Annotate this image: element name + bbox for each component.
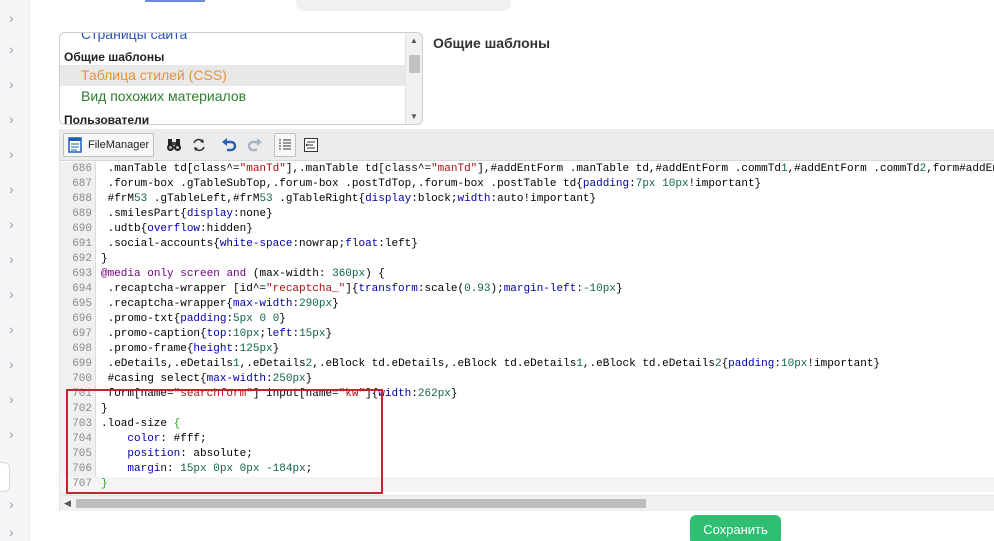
code-text: .manTable td[class^="manTd"],.manTable t… xyxy=(101,163,994,175)
line-number: 695 xyxy=(72,298,92,310)
line-number: 699 xyxy=(72,358,92,370)
chevron-right-icon[interactable]: › xyxy=(9,147,21,161)
line-number: 693 xyxy=(72,268,92,280)
section-heading: Общие шаблоны xyxy=(433,35,551,51)
undo-button[interactable] xyxy=(218,133,240,157)
chevron-right-icon[interactable]: › xyxy=(9,77,21,91)
line-numbers-button[interactable] xyxy=(274,133,296,157)
chevron-right-icon[interactable]: › xyxy=(9,392,21,406)
chevron-right-icon[interactable]: › xyxy=(9,497,21,511)
rail-handle[interactable] xyxy=(0,462,10,492)
replace-icon xyxy=(191,137,207,153)
wrap-button[interactable] xyxy=(300,133,322,157)
horizontal-scrollbar[interactable]: ◀ xyxy=(60,495,994,511)
code-text: .promo-caption{top:10px;left:15px} xyxy=(101,328,333,340)
template-listbox[interactable]: Страницы сайта Общие шаблоны Таблица сти… xyxy=(59,32,423,125)
chevron-right-icon[interactable]: › xyxy=(9,525,21,539)
line-number: 698 xyxy=(72,343,92,355)
chevron-right-icon[interactable]: › xyxy=(9,112,21,126)
line-number: 696 xyxy=(72,313,92,325)
binoculars-icon xyxy=(166,137,182,153)
scroll-thumb[interactable] xyxy=(409,55,420,73)
code-line[interactable]: 693 @media only screen and (max-width: 36… xyxy=(60,267,994,282)
line-number: 691 xyxy=(72,238,92,250)
line-number: 700 xyxy=(72,373,92,385)
chevron-right-icon[interactable]: › xyxy=(9,322,21,336)
wrap-icon xyxy=(303,137,319,153)
list-item-similar[interactable]: Вид похожих материалов xyxy=(60,86,405,107)
redo-button[interactable] xyxy=(244,133,266,157)
code-line[interactable]: 687 .forum-box .gTableSubTop,.forum-box … xyxy=(60,177,994,192)
code-line[interactable]: 696 .promo-txt{padding:5px 0 0} xyxy=(60,312,994,327)
code-text: .recaptcha-wrapper [id^="recaptcha_"]{tr… xyxy=(101,283,623,295)
top-tab[interactable] xyxy=(296,0,511,11)
scroll-left-icon[interactable]: ◀ xyxy=(64,498,71,509)
line-number: 690 xyxy=(72,223,92,235)
code-text: .udtb{overflow:hidden} xyxy=(101,223,253,235)
list-item-css[interactable]: Таблица стилей (CSS) xyxy=(60,65,405,86)
chevron-right-icon[interactable]: › xyxy=(9,427,21,441)
scroll-down-icon[interactable]: ▼ xyxy=(410,112,418,121)
left-rail: › › › › › › › › › › › › › › › xyxy=(0,0,30,541)
scroll-thumb[interactable] xyxy=(76,499,646,508)
code-line[interactable]: 699 .eDetails,.eDetails1,.eDetails2,.eBl… xyxy=(60,357,994,372)
scroll-up-icon[interactable]: ▲ xyxy=(410,36,418,45)
code-text: .promo-frame{height:125px} xyxy=(101,343,280,355)
file-manager-label: FileManager xyxy=(88,139,150,151)
list-group-header: Общие шаблоны xyxy=(64,50,165,64)
list-group-header: Пользователи xyxy=(64,113,150,125)
line-number: 686 xyxy=(72,163,92,175)
replace-button[interactable] xyxy=(188,133,210,157)
chevron-right-icon[interactable]: › xyxy=(9,287,21,301)
file-manager-button[interactable]: FileManager xyxy=(63,133,154,157)
save-button[interactable]: Сохранить xyxy=(690,515,781,541)
code-line[interactable]: 688 #frM53 .gTableLeft,#frM53 .gTableRig… xyxy=(60,192,994,207)
list-item[interactable]: Страницы сайта xyxy=(81,33,187,42)
code-text: .social-accounts{white-space:nowrap;floa… xyxy=(101,238,418,250)
line-number: 692 xyxy=(72,253,92,265)
top-tab-underline xyxy=(120,0,240,3)
chevron-right-icon[interactable]: › xyxy=(9,252,21,266)
chevron-right-icon[interactable]: › xyxy=(9,217,21,231)
search-button[interactable] xyxy=(163,133,185,157)
code-text: @media only screen and (max-width: 360px… xyxy=(101,268,385,280)
line-number: 688 xyxy=(72,193,92,205)
code-line[interactable]: 694 .recaptcha-wrapper [id^="recaptcha_"… xyxy=(60,282,994,297)
line-number: 689 xyxy=(72,208,92,220)
code-text: .forum-box .gTableSubTop,.forum-box .pos… xyxy=(101,178,762,190)
annotation-highlight xyxy=(66,389,383,494)
code-text: #casing select{max-width:250px} xyxy=(101,373,313,385)
code-text: } xyxy=(101,253,108,265)
code-text: .smilesPart{display:none} xyxy=(101,208,273,220)
code-line[interactable]: 689 .smilesPart{display:none} xyxy=(60,207,994,222)
code-text: #frM53 .gTableLeft,#frM53 .gTableRight{d… xyxy=(101,193,597,205)
chevron-right-icon[interactable]: › xyxy=(9,11,21,25)
editor-toolbar: FileManager xyxy=(60,129,994,161)
file-manager-icon xyxy=(67,137,83,153)
line-number: 697 xyxy=(72,328,92,340)
code-text: .recaptcha-wrapper{max-width:290px} xyxy=(101,298,339,310)
code-line[interactable]: 698 .promo-frame{height:125px} xyxy=(60,342,994,357)
code-line[interactable]: 690 .udtb{overflow:hidden} xyxy=(60,222,994,237)
line-number: 687 xyxy=(72,178,92,190)
chevron-right-icon[interactable]: › xyxy=(9,357,21,371)
code-line[interactable]: 697 .promo-caption{top:10px;left:15px} xyxy=(60,327,994,342)
chevron-right-icon[interactable]: › xyxy=(9,182,21,196)
code-line[interactable]: 700 #casing select{max-width:250px} xyxy=(60,372,994,387)
listbox-scrollbar[interactable]: ▲ ▼ xyxy=(405,33,422,124)
code-line[interactable]: 686 .manTable td[class^="manTd"],.manTab… xyxy=(60,162,994,177)
code-text: .promo-txt{padding:5px 0 0} xyxy=(101,313,286,325)
redo-icon xyxy=(247,137,263,153)
code-line[interactable]: 695 .recaptcha-wrapper{max-width:290px} xyxy=(60,297,994,312)
chevron-right-icon[interactable]: › xyxy=(9,42,21,56)
code-line[interactable]: 691 .social-accounts{white-space:nowrap;… xyxy=(60,237,994,252)
code-text: .eDetails,.eDetails1,.eDetails2,.eBlock … xyxy=(101,358,881,370)
line-number: 694 xyxy=(72,283,92,295)
line-numbers-icon xyxy=(277,137,293,153)
undo-icon xyxy=(221,137,237,153)
code-line[interactable]: 692} xyxy=(60,252,994,267)
